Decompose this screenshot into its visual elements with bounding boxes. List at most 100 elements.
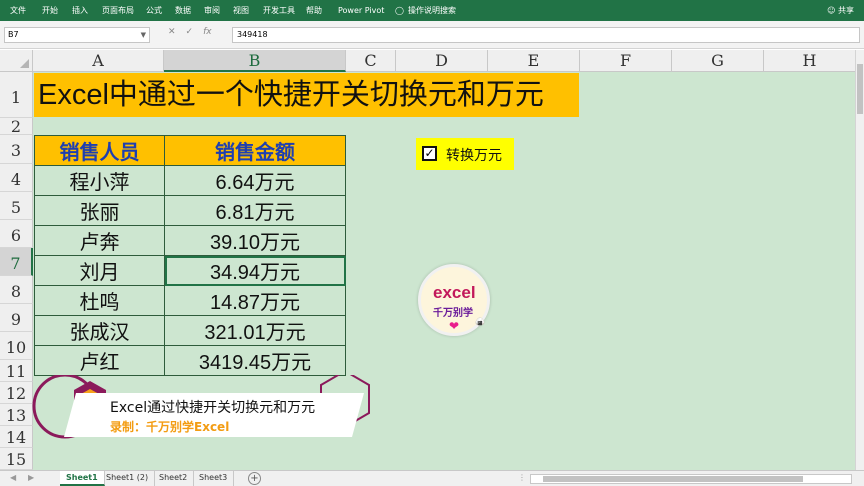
horizontal-scrollbar[interactable] [530, 474, 852, 484]
cell-salesperson[interactable]: 张丽 [34, 195, 165, 226]
cell-sales-amount[interactable]: 3419.45万元 [164, 345, 346, 376]
tab-file[interactable]: 文件 [10, 5, 26, 16]
formula-bar: B7 ▼ ✕ ✓ fx 349418 [0, 21, 864, 49]
header-salesperson[interactable]: 销售人员 [34, 135, 165, 166]
horizontal-scroll-thumb[interactable] [543, 476, 803, 482]
row-header-15[interactable]: 15 [0, 448, 33, 470]
cell-salesperson[interactable]: 程小萍 [34, 165, 165, 196]
vertical-scroll-thumb[interactable] [857, 64, 863, 114]
select-all-corner[interactable] [0, 50, 33, 72]
watermark-text: excel [433, 283, 476, 302]
row-header-12[interactable]: 12 [0, 382, 33, 404]
watermark-mark: 🍙 [475, 317, 485, 326]
formula-icons: ✕ ✓ fx [168, 27, 222, 37]
chevron-down-icon[interactable]: ▼ [141, 28, 146, 42]
row-header-8[interactable]: 8 [0, 276, 33, 304]
tab-review[interactable]: 审阅 [204, 5, 220, 16]
tab-power-pivot[interactable]: Power Pivot [338, 5, 384, 16]
checkmark-icon[interactable]: ✓ [422, 146, 437, 161]
tab-help[interactable]: 帮助 [306, 5, 322, 16]
cell-sales-amount[interactable]: 321.01万元 [164, 315, 346, 346]
heart-icon: ❤ [449, 319, 460, 333]
column-header-a[interactable]: A [33, 50, 164, 72]
row-header-3[interactable]: 3 [0, 135, 33, 164]
tab-home[interactable]: 开始 [42, 5, 58, 16]
tab-split-handle[interactable]: ⋮ [518, 473, 526, 482]
tab-scroll-left-icon[interactable]: ◀ [10, 473, 16, 482]
share-button[interactable]: ☺ 共享 [827, 5, 854, 16]
table-row: 张成汉 321.01万元 [34, 315, 346, 346]
table-row: 程小萍 6.64万元 [34, 165, 346, 196]
tab-page-layout[interactable]: 页面布局 [102, 5, 134, 16]
tab-developer[interactable]: 开发工具 [263, 5, 295, 16]
row-header-10[interactable]: 10 [0, 332, 33, 360]
row-header-4[interactable]: 4 [0, 164, 33, 192]
cancel-icon[interactable]: ✕ [168, 27, 176, 37]
row-header-6[interactable]: 6 [0, 220, 33, 248]
name-box[interactable]: B7 ▼ [4, 27, 150, 43]
convert-wan-checkbox[interactable]: ✓ 转换万元 [416, 138, 514, 170]
add-sheet-button[interactable]: + [248, 472, 261, 485]
worksheet-grid[interactable]: A B C D E F G H 1 2 3 4 5 6 7 8 9 10 11 … [0, 50, 855, 470]
cell-sales-amount[interactable]: 6.81万元 [164, 195, 346, 226]
row-header-2[interactable]: 2 [0, 118, 33, 135]
row-header-11[interactable]: 11 [0, 360, 33, 382]
selected-cell-b7[interactable]: 34.94万元 [164, 255, 346, 286]
table-row: 卢红 3419.45万元 [34, 345, 346, 376]
column-header-g[interactable]: G [672, 50, 764, 72]
caption-subtitle: 录制：千万别学Excel [110, 420, 230, 434]
insert-function-icon[interactable]: fx [203, 27, 212, 37]
row-header-7[interactable]: 7 [0, 248, 33, 276]
cell-salesperson[interactable]: 杜鸣 [34, 285, 165, 316]
column-header-b[interactable]: B [164, 50, 346, 72]
cell-sales-amount[interactable]: 39.10万元 [164, 225, 346, 256]
person-icon: ☺ [827, 6, 838, 15]
formula-input[interactable]: 349418 [232, 27, 860, 43]
tab-sheet3[interactable]: Sheet3 [193, 471, 235, 486]
tab-formulas[interactable]: 公式 [146, 5, 162, 16]
tab-sheet1-2[interactable]: Sheet1 (2) [100, 471, 156, 486]
lightbulb-icon: ◯ [395, 6, 404, 15]
table-row: 杜鸣 14.87万元 [34, 285, 346, 316]
tab-insert[interactable]: 插入 [72, 5, 88, 16]
cell-salesperson[interactable]: 刘月 [34, 255, 165, 286]
checkbox-label: 转换万元 [446, 148, 502, 164]
tab-sheet2[interactable]: Sheet2 [153, 471, 195, 486]
row-header-5[interactable]: 5 [0, 192, 33, 220]
column-header-c[interactable]: C [346, 50, 396, 72]
column-header-e[interactable]: E [488, 50, 580, 72]
watermark-subtext: 千万别学 [433, 308, 473, 319]
tell-me-search[interactable]: 操作说明搜索 [408, 5, 456, 16]
caption-title: Excel通过快捷开关切换元和万元 [110, 400, 316, 416]
cell-salesperson[interactable]: 卢红 [34, 345, 165, 376]
row-header-13[interactable]: 13 [0, 404, 33, 426]
tab-view[interactable]: 视图 [233, 5, 249, 16]
tab-data[interactable]: 数据 [175, 5, 191, 16]
share-label: 共享 [838, 6, 854, 15]
row-header-1[interactable]: 1 [0, 72, 33, 118]
name-box-value: B7 [8, 30, 19, 39]
cell-salesperson[interactable]: 卢奔 [34, 225, 165, 256]
row-header-9[interactable]: 9 [0, 304, 33, 332]
table-row: 卢奔 39.10万元 [34, 225, 346, 256]
tab-scroll-right-icon[interactable]: ▶ [28, 473, 34, 482]
sheet-title[interactable]: Excel中通过一个快捷开关切换元和万元 [34, 73, 579, 117]
sales-table: 销售人员 销售金额 程小萍 6.64万元 张丽 6.81万元 卢奔 39.10万… [34, 135, 346, 376]
watermark-logo: excel 千万别学 ❤ 🍙 [418, 264, 490, 336]
table-row: 刘月 34.94万元 [34, 255, 346, 286]
table-row: 张丽 6.81万元 [34, 195, 346, 226]
cell-sales-amount[interactable]: 14.87万元 [164, 285, 346, 316]
sheet-tab-bar: ◀ ▶ Sheet1 Sheet1 (2) Sheet2 Sheet3 + ⋮ [0, 470, 864, 486]
vertical-scrollbar[interactable] [855, 50, 864, 470]
row-header-14[interactable]: 14 [0, 426, 33, 448]
table-header-row: 销售人员 销售金额 [34, 135, 346, 166]
column-header-d[interactable]: D [396, 50, 488, 72]
cell-salesperson[interactable]: 张成汉 [34, 315, 165, 346]
ribbon-tab-bar: 文件 开始 插入 页面布局 公式 数据 审阅 视图 开发工具 帮助 Power … [0, 0, 864, 21]
cell-sales-amount[interactable]: 6.64万元 [164, 165, 346, 196]
tab-sheet1[interactable]: Sheet1 [60, 471, 105, 486]
enter-check-icon[interactable]: ✓ [186, 27, 194, 37]
column-header-f[interactable]: F [580, 50, 672, 72]
header-sales-amount[interactable]: 销售金额 [164, 135, 346, 166]
column-header-h[interactable]: H [764, 50, 855, 72]
